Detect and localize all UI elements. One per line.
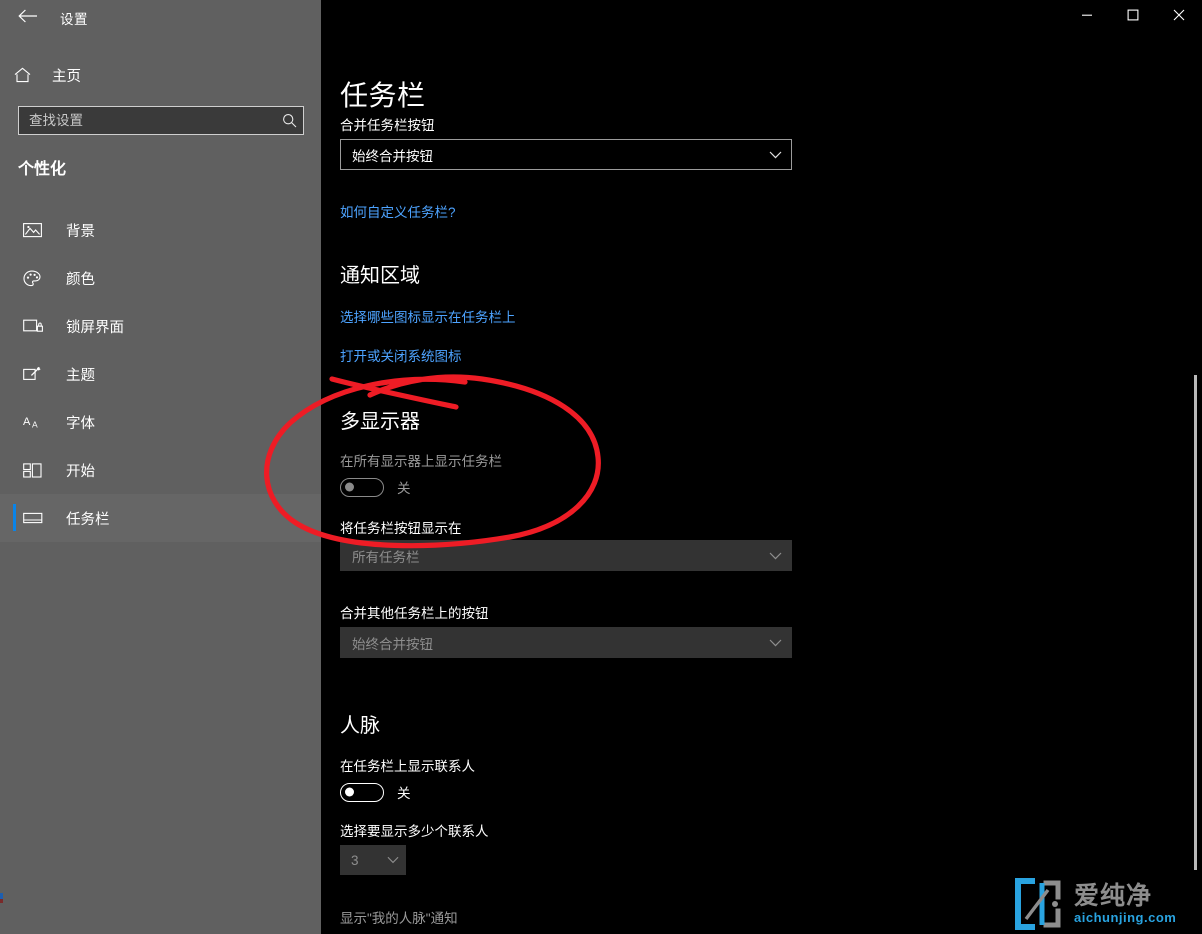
sidebar-item-home[interactable]: 主页 [14,60,304,90]
combine-buttons-label: 合并任务栏按钮 [340,114,435,134]
sidebar-home-label: 主页 [52,65,81,86]
close-button[interactable] [1156,0,1202,30]
combine-other-taskbars-dropdown[interactable]: 始终合并按钮 [340,627,792,658]
sidebar-item-label: 开始 [66,460,95,481]
selection-indicator [13,504,16,531]
buttons-display-on-label: 将任务栏按钮显示在 [340,517,462,537]
minimize-button[interactable] [1064,0,1110,30]
settings-window: 设置 主页 个性化 [0,0,1202,934]
sidebar-item-label: 锁屏界面 [66,316,124,337]
sidebar-item-lock-screen[interactable]: 锁屏界面 [0,302,321,350]
palette-icon [23,270,53,287]
sidebar-item-start[interactable]: 开始 [0,446,321,494]
svg-text:A: A [32,420,38,430]
show-contacts-state: 关 [397,782,411,802]
svg-text:A: A [23,416,31,428]
main-panel: 任务栏 合并任务栏按钮 始终合并按钮 如何自定义任务栏? 通知区域 选择哪些图标… [321,0,1202,934]
show-taskbar-all-displays-label: 在所有显示器上显示任务栏 [340,450,502,470]
chevron-down-icon [759,552,791,560]
search-box[interactable] [18,106,304,135]
contacts-count-label: 选择要显示多少个联系人 [340,820,489,840]
window-controls [1064,0,1202,30]
sidebar-item-taskbar[interactable]: 任务栏 [0,494,321,542]
toggle-knob [345,788,354,797]
show-contacts-toggle[interactable] [340,783,384,802]
combine-other-taskbars-value: 始终合并按钮 [341,633,759,653]
watermark-name-cn: 爱纯净 [1074,883,1176,909]
sidebar-item-fonts[interactable]: A A 字体 [0,398,321,446]
buttons-display-on-value: 所有任务栏 [341,546,759,566]
back-button[interactable] [10,4,46,28]
combine-other-taskbars-label: 合并其他任务栏上的按钮 [340,602,489,622]
sidebar-item-label: 字体 [66,412,95,433]
font-icon: A A [23,414,53,430]
chevron-down-icon [759,151,791,159]
buttons-display-on-dropdown[interactable]: 所有任务栏 [340,540,792,571]
watermark: 爱纯净 aichunjing.com [1012,876,1192,932]
combine-buttons-dropdown[interactable]: 始终合并按钮 [340,139,792,170]
sidebar-item-colors[interactable]: 颜色 [0,254,321,302]
my-people-notifications-label: 显示"我的人脉"通知 [340,907,458,927]
system-icons-link[interactable]: 打开或关闭系统图标 [340,345,462,365]
search-icon[interactable] [275,113,303,128]
notification-area-heading: 通知区域 [340,259,420,288]
picture-icon [23,222,53,238]
sidebar-item-themes[interactable]: 主题 [0,350,321,398]
start-menu-icon [23,463,53,478]
contacts-count-dropdown[interactable]: 3 [340,845,406,875]
sidebar: 设置 主页 个性化 [0,0,321,934]
theme-brush-icon [23,366,53,383]
show-contacts-label: 在任务栏上显示联系人 [340,755,475,775]
aichunjing-logo-icon [1012,877,1066,931]
combine-buttons-value: 始终合并按钮 [341,145,759,165]
sidebar-item-label: 背景 [66,220,95,241]
show-taskbar-all-displays-toggle[interactable] [340,478,384,497]
sidebar-item-label: 任务栏 [66,508,110,529]
window-title: 设置 [60,8,88,28]
sidebar-nav: 背景 颜色 [0,206,321,542]
sidebar-category-label: 个性化 [18,155,66,179]
show-contacts-toggle-row: 关 [340,782,411,802]
chevron-down-icon [381,856,405,864]
chevron-down-icon [759,639,791,647]
lock-screen-icon [23,318,53,334]
scrollbar-thumb[interactable] [1194,375,1197,870]
choose-icons-link[interactable]: 选择哪些图标显示在任务栏上 [340,306,516,326]
people-heading: 人脉 [340,709,380,738]
show-taskbar-all-displays-toggle-row: 关 [340,477,411,497]
taskbar-icon [23,511,53,525]
sidebar-titlebar: 设置 [0,0,321,30]
edge-artifact-secondary [0,899,3,903]
page-title: 任务栏 [340,74,426,114]
watermark-text: 爱纯净 aichunjing.com [1074,883,1176,924]
maximize-button[interactable] [1110,0,1156,30]
sidebar-item-background[interactable]: 背景 [0,206,321,254]
home-icon [14,67,40,83]
search-input[interactable] [19,107,275,134]
contacts-count-value: 3 [341,853,381,868]
watermark-name-en: aichunjing.com [1074,910,1176,925]
sidebar-item-label: 主题 [66,364,95,385]
multi-display-heading: 多显示器 [340,405,420,434]
customize-taskbar-link[interactable]: 如何自定义任务栏? [340,201,456,221]
toggle-knob [345,483,354,492]
sidebar-item-label: 颜色 [66,268,95,289]
show-taskbar-all-displays-state: 关 [397,477,411,497]
